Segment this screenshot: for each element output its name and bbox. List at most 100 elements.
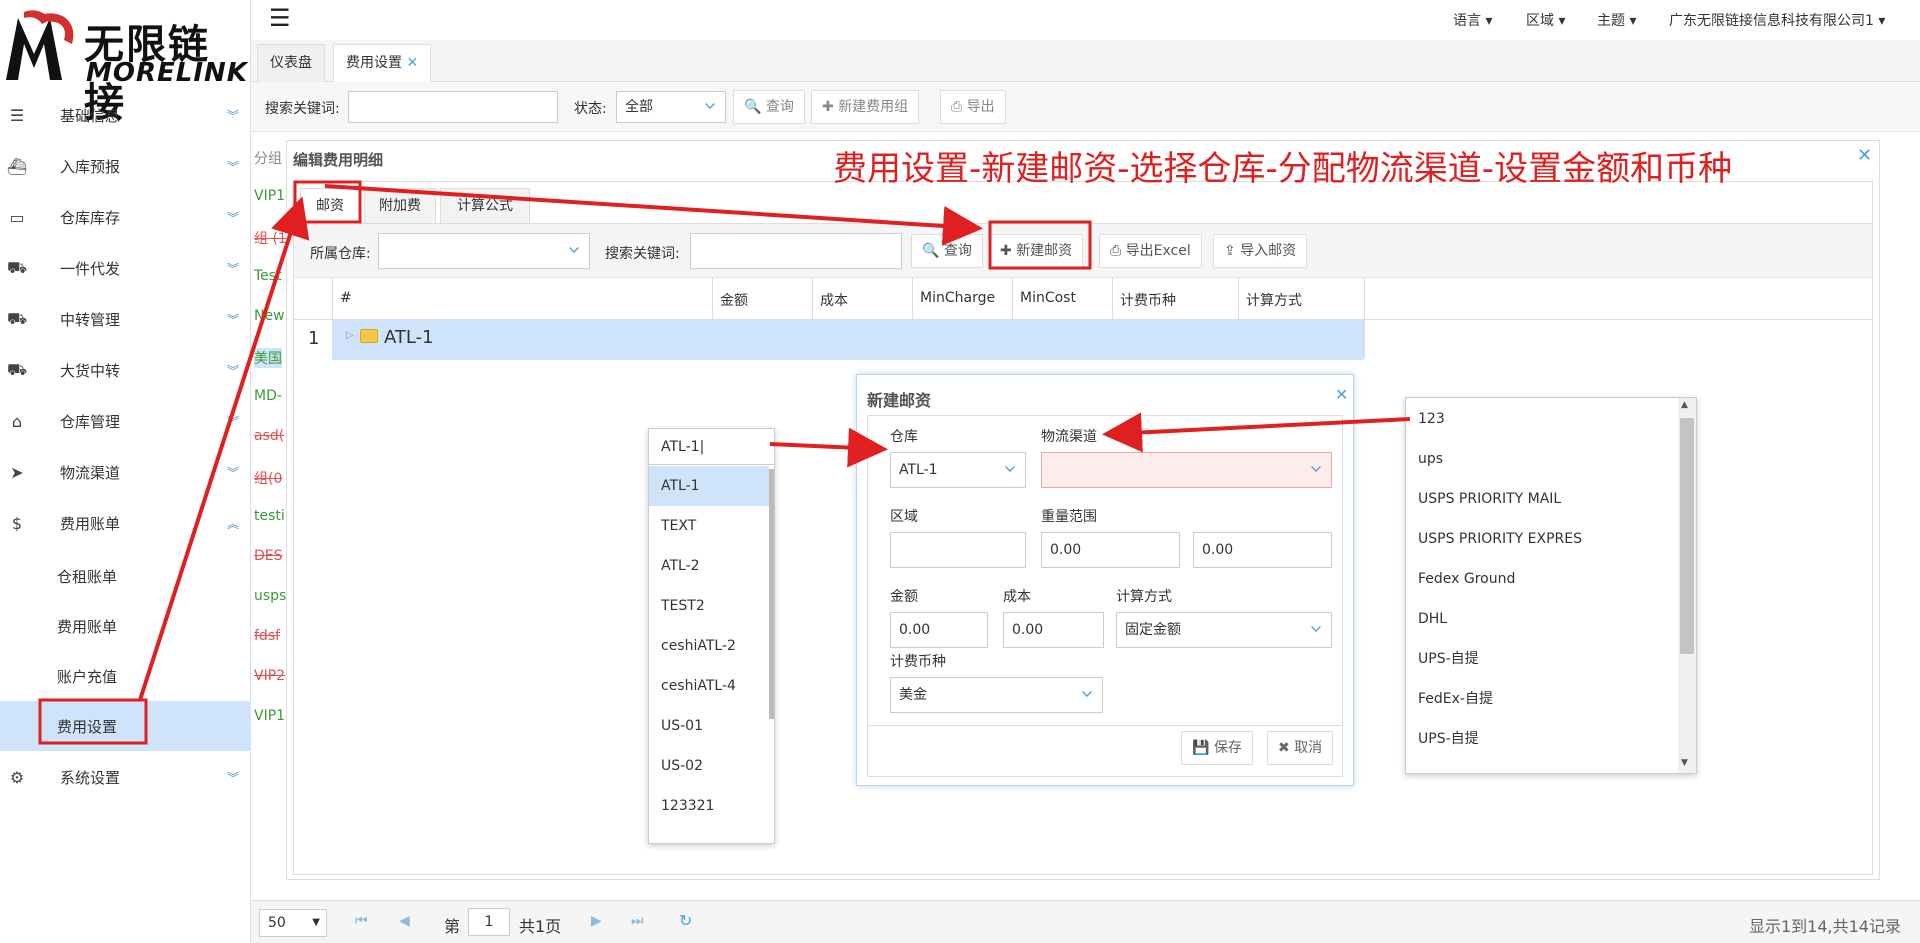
dropdown-option[interactable]: 123 <box>1406 399 1445 439</box>
weight-max-input[interactable]: 0.00 <box>1193 532 1332 568</box>
list-item[interactable]: 组 (1 <box>254 228 287 248</box>
sidebar-sub-recharge[interactable]: 账户充值 <box>0 651 251 701</box>
cost-input[interactable]: 0.00 <box>1003 612 1104 648</box>
list-item[interactable]: testi <box>254 508 285 524</box>
channel-select[interactable] <box>1041 452 1332 488</box>
scroll-up-icon[interactable]: ▲ <box>1681 400 1688 410</box>
menu-toggle-icon[interactable]: ☰ <box>269 6 291 30</box>
prev-page-icon[interactable]: ◀ <box>399 913 410 929</box>
language-menu[interactable]: 语言 ▾ <box>1453 10 1492 30</box>
calc-select[interactable]: 固定金额 <box>1116 612 1332 648</box>
next-page-icon[interactable]: ▶ <box>591 913 602 929</box>
tab-postage[interactable]: 邮资 <box>300 188 360 224</box>
first-page-icon[interactable]: ⏮ <box>355 913 368 929</box>
sidebar-sub-fee-settings[interactable]: 费用设置 <box>0 701 251 751</box>
sidebar-item-logistics[interactable]: ➤ 物流渠道 ︾ <box>0 447 251 498</box>
dropdown-option[interactable]: ups <box>1406 439 1443 479</box>
save-button[interactable]: 💾 保存 <box>1181 731 1253 765</box>
dropdown-option[interactable]: US-01 <box>649 706 703 746</box>
sidebar-item-transit[interactable]: ⛟ 中转管理 ︾ <box>0 294 251 345</box>
dropdown-option[interactable]: ATL-1 <box>649 466 769 506</box>
close-icon[interactable]: ✕ <box>406 55 418 71</box>
edit-query-button[interactable]: 🔍 查询 <box>911 234 983 268</box>
sidebar-sub-bills[interactable]: 费用账单 <box>0 601 251 651</box>
dropdown-option[interactable]: ATL-2 <box>649 546 700 586</box>
region-menu[interactable]: 区域 ▾ <box>1526 10 1565 30</box>
last-page-icon[interactable]: ⏭ <box>631 913 644 929</box>
import-postage-button[interactable]: ⇪ 导入邮资 <box>1213 234 1308 268</box>
list-item[interactable]: usps <box>254 588 286 604</box>
sidebar-item-basic-info[interactable]: ☰ 基础信息 ︾ <box>0 90 251 141</box>
dropdown-option[interactable]: US-02 <box>649 746 703 786</box>
new-postage-button[interactable]: ✚ 新建邮资 <box>989 234 1084 268</box>
new-group-button[interactable]: ✚ 新建费用组 <box>811 90 920 124</box>
warehouse-search-input[interactable]: ATL-1| <box>649 429 774 465</box>
theme-menu[interactable]: 主题 ▾ <box>1597 10 1636 30</box>
company-menu[interactable]: 广东无限链接信息科技有限公司1 ▾ <box>1669 10 1885 30</box>
tab-formula[interactable]: 计算公式 <box>440 188 530 224</box>
currency-select[interactable]: 美金 <box>890 677 1103 713</box>
warehouse-select[interactable]: ATL-1 <box>890 452 1026 488</box>
close-icon[interactable]: ✕ <box>1857 145 1872 166</box>
dropdown-option[interactable]: 123321 <box>649 786 714 826</box>
refresh-icon[interactable]: ↻ <box>679 911 692 930</box>
chevron-down-icon <box>705 99 715 109</box>
cancel-label: 取消 <box>1294 740 1323 756</box>
edit-keyword-input[interactable] <box>690 233 902 269</box>
amount-input[interactable]: 0.00 <box>890 612 988 648</box>
page-input[interactable]: 1 <box>468 908 510 936</box>
scroll-thumb[interactable] <box>1680 418 1694 654</box>
list-item[interactable]: fdsf <box>254 628 280 644</box>
region-label: 区域 <box>1526 13 1554 29</box>
list-item[interactable]: VIP2 <box>254 668 285 684</box>
dropdown-option[interactable]: FedEx-自提 <box>1406 679 1493 719</box>
list-item[interactable]: 组(0 <box>254 468 282 488</box>
sidebar-sub-rent[interactable]: 仓租账单 <box>0 551 251 601</box>
sidebar-item-bulk-transit[interactable]: ⛟ 大货中转 ︾ <box>0 345 251 396</box>
cancel-button[interactable]: ✖ 取消 <box>1267 731 1334 765</box>
expand-icon[interactable]: ▷ <box>346 330 354 341</box>
list-item[interactable]: asd( <box>254 428 284 444</box>
sidebar-item-inventory[interactable]: ▭ 仓库库存 ︾ <box>0 192 251 243</box>
dropdown-option[interactable]: ceshiATL-4 <box>649 666 736 706</box>
sub-label: 仓租账单 <box>57 567 118 586</box>
list-item[interactable]: Test <box>254 268 282 284</box>
region-input[interactable] <box>890 532 1026 568</box>
dropdown-option[interactable]: Fedex Ground <box>1406 559 1515 599</box>
sidebar-item-system[interactable]: ⚙ 系统设置 ︾ <box>0 752 251 803</box>
table-row[interactable] <box>332 320 1364 360</box>
scroll-down-icon[interactable]: ▼ <box>1681 758 1688 768</box>
close-icon[interactable]: ✕ <box>1335 385 1348 404</box>
export-button[interactable]: ⎙ 导出 <box>940 90 1006 124</box>
list-item[interactable]: VIP1 <box>254 708 285 724</box>
query-button[interactable]: 🔍 查询 <box>733 90 805 124</box>
sidebar-item-billing[interactable]: $ 费用账单 ︽ <box>0 498 251 549</box>
list-item[interactable]: DES <box>254 548 283 564</box>
list-item[interactable]: New <box>254 308 285 324</box>
list-item[interactable]: 美国 <box>254 348 282 368</box>
dropdown-option[interactable]: TEST2 <box>649 586 705 626</box>
tab-fee-settings[interactable]: 费用设置 ✕ <box>333 44 432 82</box>
dropdown-option[interactable]: TEXT <box>649 506 696 546</box>
status-select[interactable]: 全部 <box>616 91 726 123</box>
dropdown-option[interactable]: DHL <box>1406 599 1447 639</box>
page-size-select[interactable]: 50 ▼ <box>259 909 327 937</box>
export-excel-button[interactable]: ⎙ 导出Excel <box>1099 234 1202 268</box>
sidebar-item-inbound[interactable]: ⛴ 入库预报 ︾ <box>0 141 251 192</box>
list-item[interactable]: MD- <box>254 388 282 404</box>
tab-dashboard[interactable]: 仪表盘 <box>257 44 325 82</box>
warehouse-filter-select[interactable] <box>378 233 590 269</box>
dropdown-option[interactable]: UPS-自提 <box>1406 639 1479 679</box>
list-item[interactable]: VIP1 <box>254 188 285 204</box>
weight-min-input[interactable]: 0.00 <box>1041 532 1180 568</box>
keyword-input[interactable] <box>348 91 558 123</box>
dropdown-option[interactable]: USPS PRIORITY EXPRES <box>1406 519 1582 559</box>
tab-surcharge[interactable]: 附加费 <box>364 188 436 224</box>
sidebar-item-dropship[interactable]: ⛟ 一件代发 ︾ <box>0 243 251 294</box>
chevron-down-icon: ︾ <box>226 262 239 276</box>
dropdown-option[interactable]: ceshiATL-2 <box>649 626 736 666</box>
dropdown-option[interactable]: USPS PRIORITY MAIL <box>1406 479 1561 519</box>
dropdown-option[interactable]: UPS-自提 <box>1406 719 1479 759</box>
scrollbar[interactable] <box>769 469 774 719</box>
sidebar-item-warehouse[interactable]: ⌂ 仓库管理 ︾ <box>0 396 251 447</box>
